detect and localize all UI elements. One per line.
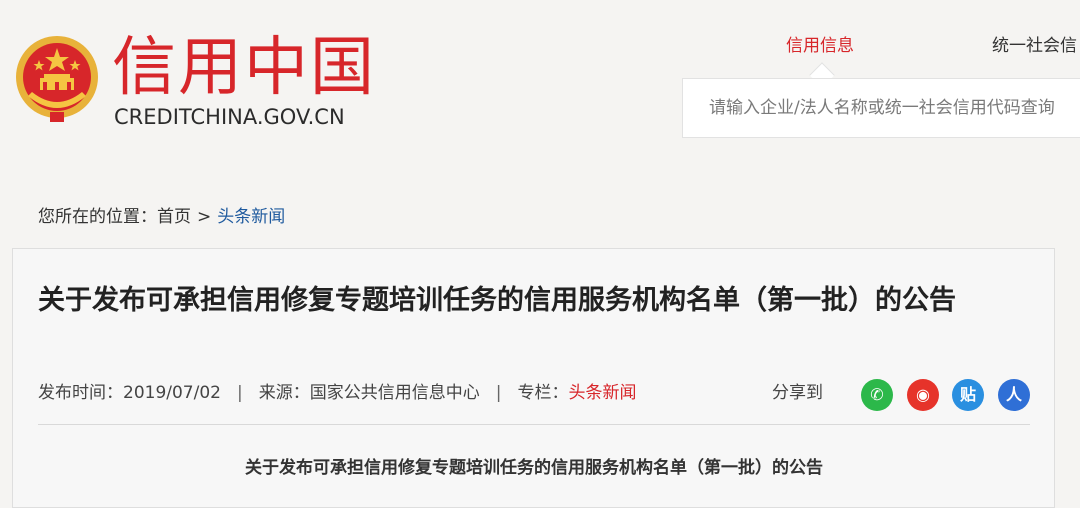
breadcrumb-home-link[interactable]: 首页: [157, 207, 191, 227]
site-header: 信用中国 CREDITCHINA.GOV.CN 信用信息 统一社会信: [0, 0, 1080, 170]
search-input[interactable]: [683, 79, 1080, 137]
article-title: 关于发布可承担信用修复专题培训任务的信用服务机构名单（第一批）的公告: [38, 285, 956, 316]
national-emblem-icon[interactable]: [14, 34, 100, 124]
breadcrumb-separator: >: [197, 207, 212, 227]
breadcrumb-current-link[interactable]: 头条新闻: [217, 207, 285, 227]
source-value: 国家公共信用信息中心: [309, 383, 480, 403]
content-divider: [38, 424, 1030, 425]
wechat-share-icon[interactable]: ✆: [861, 379, 893, 411]
column-link[interactable]: 头条新闻: [568, 383, 636, 403]
source-label: 来源：: [258, 383, 310, 403]
meta-separator: |: [495, 383, 502, 403]
site-domain-text[interactable]: CREDITCHINA.GOV.CN: [114, 104, 345, 130]
article-body-heading: 关于发布可承担信用修复专题培训任务的信用服务机构名单（第一批）的公告: [245, 458, 823, 478]
publish-label: 发布时间：: [38, 383, 123, 403]
breadcrumb-prefix: 您所在的位置：: [38, 207, 157, 227]
breadcrumb: 您所在的位置：首页 > 头条新闻: [38, 205, 285, 229]
site-logo-text[interactable]: 信用中国: [112, 30, 376, 106]
tieba-share-icon[interactable]: 贴: [952, 379, 984, 411]
nav-item-unified-code[interactable]: 统一社会信: [992, 34, 1077, 58]
article-meta: 发布时间：2019/07/02 | 来源：国家公共信用信息中心 | 专栏：头条新闻: [38, 380, 636, 406]
nav-item-credit-info[interactable]: 信用信息: [786, 34, 854, 58]
share-label: 分享到: [772, 383, 823, 403]
meta-separator: |: [236, 383, 243, 403]
publish-date: 2019/07/02: [123, 383, 221, 403]
column-label: 专栏：: [517, 383, 569, 403]
search-box: [682, 78, 1080, 138]
renren-share-icon[interactable]: 人: [998, 379, 1030, 411]
weibo-share-icon[interactable]: ◉: [907, 379, 939, 411]
